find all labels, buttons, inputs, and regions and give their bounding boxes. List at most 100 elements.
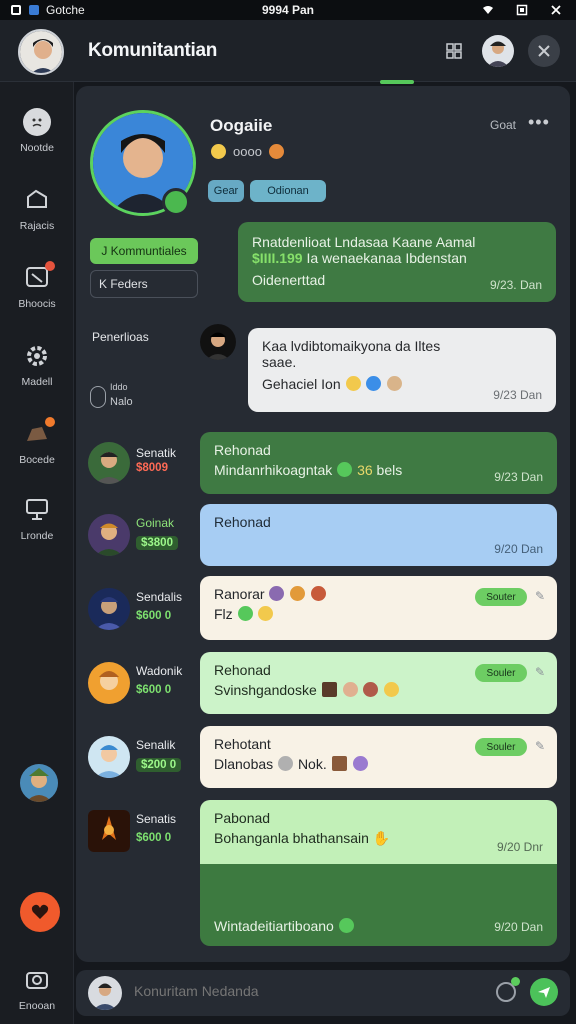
wifi-icon	[483, 6, 493, 14]
emoji-icon	[237, 606, 253, 621]
chat-avatar[interactable]	[88, 588, 130, 630]
sidebar-item-3[interactable]: Madell	[0, 342, 74, 388]
emoji-icon	[342, 682, 358, 697]
profile-menu-label[interactable]: Goat	[490, 118, 516, 132]
message-input[interactable]	[134, 983, 434, 999]
sidebar-label: Bocede	[19, 454, 55, 466]
message-time: 9/20 Dan	[494, 920, 543, 934]
send-icon	[538, 987, 550, 998]
communities-button[interactable]: J Kommuntiales	[90, 238, 198, 264]
favorite-button[interactable]	[20, 892, 60, 932]
edit-icon[interactable]: ✎	[535, 589, 545, 603]
sidebar-item-0[interactable]: Nootde	[0, 108, 74, 154]
chat-avatar[interactable]	[88, 662, 130, 704]
chat-name: Sendalis	[136, 590, 183, 604]
verified-icon	[366, 376, 382, 391]
sidebar-label: Enooan	[18, 1000, 56, 1012]
grid-button[interactable]	[438, 35, 470, 67]
edit-icon[interactable]: ✎	[535, 739, 545, 753]
sidebar-item-6[interactable]: Enooan	[0, 966, 74, 1012]
message-body: Dlanobas Nok.	[214, 756, 543, 772]
profile-tag[interactable]: Odionan	[250, 180, 326, 202]
status-pill[interactable]: Souler	[475, 738, 527, 756]
followers-button[interactable]: K Feders	[90, 270, 198, 298]
avatar-portrait-icon	[20, 31, 62, 73]
emoji-icon	[290, 586, 306, 601]
message-body-text: Mindanrhikoagntak	[214, 462, 333, 478]
incoming-message[interactable]: Kaa lvdibtomaikyona da Iltes saae. Gehac…	[248, 328, 556, 412]
author-portrait-icon	[200, 324, 236, 360]
message-composer	[76, 970, 570, 1016]
online-status-icon	[162, 188, 190, 216]
emoji-icon	[258, 606, 274, 621]
sidebar-item-2[interactable]: Bhoocis	[0, 261, 74, 310]
send-button[interactable]	[530, 978, 558, 1006]
panel-drag-handle[interactable]	[380, 80, 414, 84]
chat-message[interactable]: Rehonad Mindanrhikoagntak 36 bels 9/23 D…	[200, 432, 557, 494]
chat-name: Senatik	[136, 446, 177, 460]
message-time: 9/23. Dan	[489, 278, 542, 292]
message-time: 9/20 Dan	[494, 542, 543, 556]
sidebar-item-4[interactable]: Bocede	[0, 417, 74, 466]
last-message[interactable]: Wintadeitiartiboano 9/20 Dan	[200, 864, 557, 946]
chat-message[interactable]: Ranorar Flz Souter ✎	[200, 576, 557, 640]
smile-emoji-icon	[211, 144, 226, 159]
edit-icon[interactable]: ✎	[535, 665, 545, 679]
scroll-indicator-icon[interactable]	[90, 386, 106, 408]
close-button[interactable]	[528, 35, 560, 67]
sidebar-item-5[interactable]: Lronde	[0, 496, 74, 542]
close-icon	[538, 45, 550, 57]
status-pill[interactable]: Souter	[475, 588, 527, 606]
gear-icon	[23, 342, 51, 370]
composer-avatar[interactable]	[88, 976, 122, 1010]
message-line: Rnatdenlioat Lndasaa Kaane Aamal	[252, 234, 476, 250]
pinned-message[interactable]: Rnatdenlioat Lndasaa Kaane Aamal $ІІІІ.1…	[238, 222, 556, 302]
sidebar-item-1[interactable]: Rajacis	[0, 186, 74, 232]
notification-badge	[45, 261, 55, 271]
friend-avatar[interactable]	[482, 35, 514, 67]
chat-portrait-icon	[88, 514, 130, 556]
chat-amount: $600 0	[136, 832, 172, 844]
emoji-icon	[331, 756, 347, 771]
message-body: Flz	[214, 606, 543, 622]
author-name: Penerlioas	[92, 330, 149, 344]
author-avatar[interactable]	[200, 324, 236, 360]
message-body-text: Svinshgandoske	[214, 682, 317, 698]
chat-name: Wadonik	[136, 664, 183, 678]
chat-message[interactable]: Rehotant Dlanobas Nok. Souler ✎	[200, 726, 557, 788]
monitor-icon	[23, 496, 51, 524]
chat-avatar[interactable]	[88, 810, 130, 852]
chat-avatar[interactable]	[88, 442, 130, 484]
message-amount: $ІІІІ.199	[252, 250, 303, 266]
emoji-icon	[269, 586, 285, 601]
grid-icon	[446, 43, 462, 59]
app-header: Komunitantian	[0, 20, 576, 82]
composer-portrait-icon	[88, 976, 122, 1010]
more-options-icon[interactable]: •••	[528, 112, 550, 133]
friend-portrait-icon	[482, 35, 514, 67]
emoji-icon	[384, 682, 400, 697]
user-avatar[interactable]	[18, 29, 64, 75]
message-time: 9/23 Dan	[493, 388, 542, 402]
chat-message[interactable]: Pabonad Bohanganla bhathansain ✋ 9/20 Dn…	[200, 800, 557, 864]
status-pill[interactable]: Souler	[475, 664, 527, 682]
sidebar: Nootde Rajacis Bhoocis Madell Bocede Lro…	[0, 82, 74, 1024]
chat-message[interactable]: Rehonad Svinshgandoske Souler ✎	[200, 652, 557, 714]
profile-subtitle-text: oooo	[233, 144, 262, 159]
chat-avatar[interactable]	[88, 736, 130, 778]
chat-message[interactable]: Rehonad 9/20 Dan	[200, 504, 557, 566]
chat-amount: $8009	[136, 462, 168, 474]
emoji-button[interactable]	[496, 977, 520, 1002]
message-line-text: Gehaciel Ion	[262, 376, 341, 392]
message-body-text: Flz	[214, 606, 233, 622]
message-body: Bohanganla bhathansain ✋	[214, 830, 543, 847]
emoji-icon	[321, 682, 337, 697]
chat-avatar[interactable]	[88, 514, 130, 556]
message-time: 9/23 Dan	[494, 470, 543, 484]
sidebar-label: Lronde	[20, 530, 54, 542]
profile-tag[interactable]: Gear	[208, 180, 244, 202]
message-body-text: Wintadeitiartiboano	[214, 918, 334, 934]
emoji-icon	[278, 756, 294, 771]
chat-portrait-icon	[88, 736, 130, 778]
game-avatar[interactable]	[20, 764, 58, 802]
